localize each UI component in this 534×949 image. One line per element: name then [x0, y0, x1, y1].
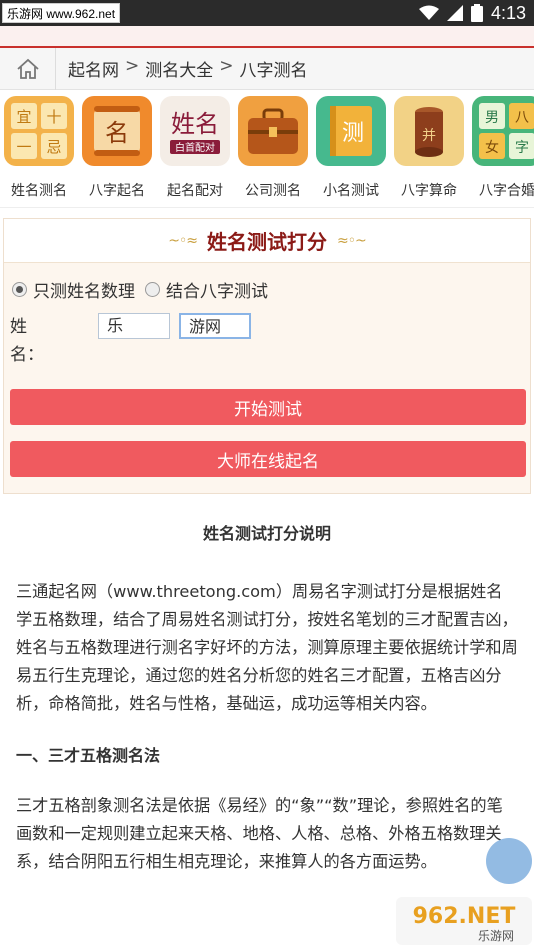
- wifi-icon: [418, 5, 439, 20]
- radio-name-only[interactable]: [12, 282, 27, 297]
- breadcrumb-item-current: 八字测名: [239, 61, 308, 81]
- ornament-right-icon: ≈◦~: [337, 232, 367, 249]
- svg-text:一: 一: [16, 138, 31, 156]
- master-naming-button[interactable]: 大师在线起名: [10, 441, 526, 477]
- name-test-panel: ~◦≈ 姓名测试打分 ≈◦~ 只测姓名数理 结合八字测试 姓名： 乐 游网 开始…: [3, 218, 531, 494]
- svg-text:测: 测: [342, 121, 364, 146]
- home-icon: [16, 58, 39, 79]
- article-heading: 一、三才五格测名法: [16, 746, 161, 765]
- feature-item-name-match[interactable]: 姓名 白首配对 起名配对: [156, 90, 234, 207]
- breadcrumb-separator: >: [125, 56, 140, 76]
- status-icons: 4:13: [418, 0, 526, 26]
- svg-text:忌: 忌: [46, 138, 61, 156]
- svg-text:姓名: 姓名: [171, 110, 219, 138]
- status-time: 4:13: [490, 2, 526, 23]
- svg-text:名: 名: [105, 119, 129, 147]
- breadcrumb-separator: >: [219, 56, 234, 76]
- feature-label: 姓名测名: [11, 183, 67, 199]
- surname-input[interactable]: 乐: [98, 313, 170, 339]
- feature-icon-row: 宜 十 一 忌 姓名测名 名 八字起名 姓名 白首配对 起名配对 公司测名 测 …: [0, 90, 534, 208]
- svg-text:宜: 宜: [16, 108, 31, 126]
- drum-icon: 并: [394, 96, 464, 166]
- couple-icon: 姓名 白首配对: [160, 96, 230, 166]
- panel-header: ~◦≈ 姓名测试打分 ≈◦~: [4, 219, 530, 263]
- start-test-button[interactable]: 开始测试: [10, 389, 526, 425]
- book-icon: 测: [316, 96, 386, 166]
- battery-icon: [470, 4, 483, 22]
- feature-item-bazi-naming[interactable]: 名 八字起名: [78, 90, 156, 207]
- nav-tabs-strip[interactable]: [0, 26, 534, 48]
- grid-icon: 宜 十 一 忌: [4, 96, 74, 166]
- feature-item-name-test[interactable]: 宜 十 一 忌 姓名测名: [0, 90, 78, 207]
- breadcrumb-links: 起名网 > 测名大全 > 八字测名: [56, 56, 308, 81]
- article: 姓名测试打分说明 三通起名网（www.threetong.com）周易名字测试打…: [0, 510, 534, 876]
- name-label: 姓名：: [10, 317, 44, 365]
- radio-label-with-bazi[interactable]: 结合八字测试: [166, 277, 268, 302]
- ornament-left-icon: ~◦≈: [168, 232, 198, 249]
- breadcrumb-item-category[interactable]: 测名大全: [145, 56, 213, 81]
- article-paragraph: 三通起名网（www.threetong.com）周易名字测试打分是根据姓名学五格…: [16, 582, 518, 713]
- home-button[interactable]: [0, 47, 56, 90]
- watermark-label: 乐游网 www.962.net: [2, 3, 121, 23]
- watermark-logo: 962.NET 乐游网: [396, 897, 532, 945]
- feature-item-bazi-fortune[interactable]: 并 八字算命: [390, 90, 468, 207]
- breadcrumb: 起名网 > 测名大全 > 八字测名: [0, 47, 534, 90]
- feature-label: 起名配对: [167, 183, 223, 199]
- scroll-icon: 名: [82, 96, 152, 166]
- feature-label: 八字算命: [401, 183, 457, 199]
- feature-item-nickname-test[interactable]: 测 小名测试: [312, 90, 390, 207]
- feature-label: 公司测名: [245, 183, 301, 199]
- article-title: 姓名测试打分说明: [202, 524, 331, 543]
- match-icon: 男 八 女 字: [472, 96, 534, 166]
- feature-item-bazi-marriage[interactable]: 男 八 女 字 八字合婚: [468, 90, 534, 207]
- status-bar: 乐游网 www.962.net 4:13: [0, 0, 534, 26]
- briefcase-icon: [238, 96, 308, 166]
- test-mode-options: 只测姓名数理 结合八字测试: [12, 277, 268, 302]
- svg-text:字: 字: [515, 140, 529, 156]
- panel-title: 姓名测试打分: [207, 230, 327, 254]
- svg-text:十: 十: [46, 108, 61, 126]
- svg-text:女: 女: [485, 139, 499, 156]
- article-paragraph: 三才五格剖象测名法是依据《易经》的“象”“数”理论，参照姓名的笔画数和一定规则建…: [16, 796, 503, 871]
- radio-label-name-only[interactable]: 只测姓名数理: [33, 277, 135, 302]
- svg-text:并: 并: [422, 128, 436, 144]
- svg-text:962.NET: 962.NET: [413, 904, 516, 929]
- radio-with-bazi[interactable]: [145, 282, 160, 297]
- feature-label: 八字合婚: [479, 183, 534, 199]
- svg-text:男: 男: [485, 110, 499, 126]
- svg-text:乐游网: 乐游网: [478, 929, 514, 943]
- svg-text:白首配对: 白首配对: [175, 141, 215, 154]
- given-name-input[interactable]: 游网: [179, 313, 251, 339]
- svg-text:八: 八: [515, 110, 529, 126]
- signal-icon: [446, 5, 463, 21]
- scroll-top-button[interactable]: [486, 838, 532, 884]
- breadcrumb-item-home[interactable]: 起名网: [68, 56, 119, 81]
- feature-label: 八字起名: [89, 183, 145, 199]
- feature-label: 小名测试: [323, 183, 379, 199]
- feature-item-company-name[interactable]: 公司测名: [234, 90, 312, 207]
